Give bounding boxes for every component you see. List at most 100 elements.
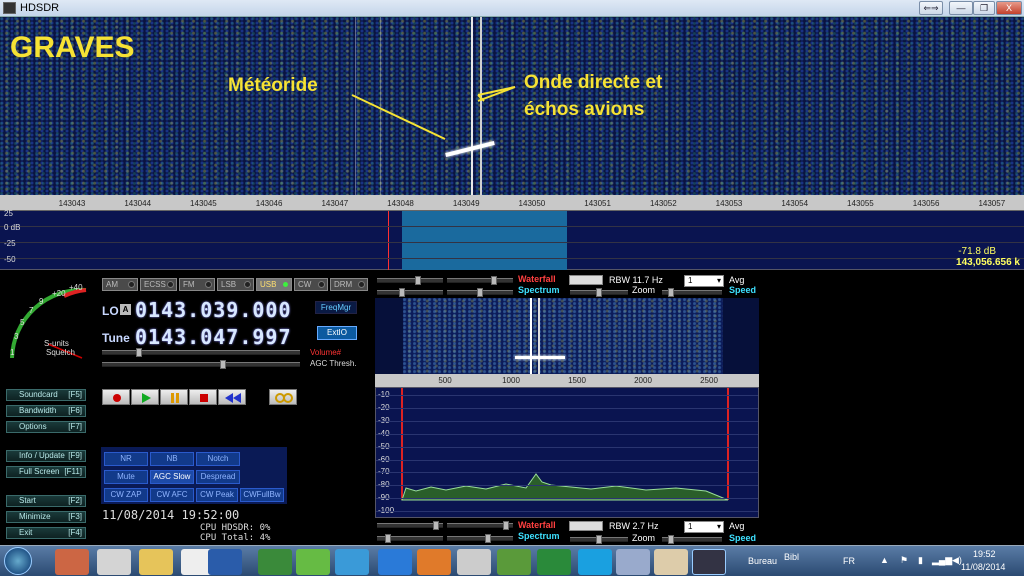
slider-knob[interactable] [668, 288, 674, 297]
language-indicator[interactable]: FR [843, 556, 855, 566]
maximize-button[interactable]: ❐ [973, 1, 995, 15]
af-spec-contrast-slider[interactable] [377, 534, 443, 543]
nb-button[interactable]: NB [150, 452, 194, 466]
ie-green-icon[interactable] [296, 549, 330, 575]
spec-contrast-slider[interactable] [377, 288, 443, 297]
pause-button[interactable] [160, 389, 188, 405]
internet-explorer-icon[interactable] [335, 549, 369, 575]
slider-knob[interactable] [485, 534, 491, 543]
paint-icon[interactable] [258, 549, 292, 575]
filter-passband[interactable] [402, 211, 567, 270]
agc-thresh-slider[interactable] [102, 360, 300, 369]
slider-knob[interactable] [491, 276, 497, 285]
tune-frequency[interactable]: 0143.047.997 [135, 325, 292, 349]
loop-button[interactable] [269, 389, 297, 405]
af-frequency-axis[interactable]: 500 1000 1500 2000 2500 [375, 374, 759, 387]
clock-date[interactable]: 11/08/2014 [961, 562, 1005, 572]
bureau-toolbar[interactable]: Bureau [748, 556, 777, 566]
minimize-button[interactable]: — [949, 1, 973, 15]
freqmgr-button[interactable]: FreqMgr [315, 301, 357, 314]
agc-slow-button[interactable]: AGC Slow [150, 470, 194, 484]
mode-drm-button[interactable]: DRM [330, 278, 368, 291]
mode-ecss-button[interactable]: ECSS [140, 278, 177, 291]
cw-afc-button[interactable]: CW AFC [150, 488, 194, 502]
slider-knob[interactable] [385, 534, 391, 543]
close-button[interactable]: X [996, 1, 1022, 15]
af-avg-select[interactable]: 1 ▾ [684, 521, 724, 533]
exit-button[interactable]: Exit [F4] [6, 527, 86, 539]
lo-frequency[interactable]: 0143.039.000 [135, 298, 292, 322]
mode-fm-button[interactable]: FM [179, 278, 215, 291]
stop-button[interactable] [189, 389, 217, 405]
bandwidth-button[interactable]: Bandwidth [F6] [6, 405, 86, 417]
despread-button[interactable]: Despread [196, 470, 240, 484]
rewind-button[interactable] [218, 389, 246, 405]
af-rbw-stepper[interactable] [569, 521, 603, 531]
record-button[interactable] [102, 389, 130, 405]
network-icon[interactable]: ▂▄▆ [932, 555, 952, 566]
af-spectrum[interactable]: -10-20-30-40-50-60-70-80-90-100 [375, 387, 759, 518]
rf-zoom-slider-right[interactable] [662, 288, 722, 297]
clock-time[interactable]: 19:52 [973, 549, 996, 559]
full-screen-button[interactable]: Full Screen [F11] [6, 466, 86, 478]
firefox-icon[interactable] [417, 549, 451, 575]
word-icon[interactable] [208, 549, 242, 575]
hdsdr-taskbar-icon[interactable] [692, 549, 726, 575]
media-player-icon[interactable] [55, 549, 89, 575]
restore-tray-button[interactable]: ⇐⇒ [919, 1, 943, 15]
af-waterfall[interactable] [375, 298, 759, 374]
excel-icon[interactable] [537, 549, 571, 575]
rf-zoom-slider-left[interactable] [570, 288, 628, 297]
af-zoom-slider-left[interactable] [570, 535, 628, 544]
app-icon-12[interactable] [616, 549, 650, 575]
app-icon-8[interactable] [457, 549, 491, 575]
af-zoom-slider-right[interactable] [662, 535, 722, 544]
spec-brightness-slider[interactable] [447, 288, 513, 297]
slider-knob[interactable] [503, 521, 509, 530]
start-button[interactable]: Start [F2] [6, 495, 86, 507]
mode-cw-button[interactable]: CW [294, 278, 328, 291]
snipping-tool-icon[interactable] [97, 549, 131, 575]
frequency-axis[interactable]: 143043 143044 143045 143046 143047 143048 1430… [0, 195, 1024, 211]
rbw-stepper[interactable] [569, 275, 603, 285]
play-button[interactable] [131, 389, 159, 405]
slider-knob[interactable] [220, 360, 226, 369]
info-update-button[interactable]: Info / Update [F9] [6, 450, 86, 462]
mode-lsb-button[interactable]: LSB [217, 278, 254, 291]
app-icon-9[interactable] [497, 549, 531, 575]
options-button[interactable]: Options [F7] [6, 421, 86, 433]
rf-waterfall[interactable]: GRAVES Météoride Onde directe et échos a… [0, 17, 1024, 195]
slider-knob[interactable] [596, 288, 602, 297]
start-orb-icon[interactable] [4, 547, 32, 575]
tray-arrow-icon[interactable]: ▲ [880, 555, 889, 565]
slider-knob[interactable] [668, 535, 674, 544]
teamviewer-icon[interactable] [378, 549, 412, 575]
rf-avg-select[interactable]: 1 ▾ [684, 275, 724, 287]
volume-slider[interactable] [102, 348, 300, 357]
af-wf-brightness-slider[interactable] [447, 521, 513, 530]
bibl-toolbar[interactable]: Bibl [784, 552, 799, 562]
slider-knob[interactable] [399, 288, 405, 297]
explorer-icon[interactable] [139, 549, 173, 575]
mode-usb-button[interactable]: USB [256, 278, 292, 291]
nr-button[interactable]: NR [104, 452, 148, 466]
battery-icon[interactable]: ▮ [918, 555, 923, 566]
lo-lock-button[interactable]: A [120, 304, 131, 315]
minimize-app-button[interactable]: Minimize [F3] [6, 511, 86, 523]
mode-am-button[interactable]: AM [102, 278, 138, 291]
extio-button[interactable]: ExtIO [317, 326, 357, 340]
skype-icon[interactable] [578, 549, 612, 575]
mute-button[interactable]: Mute [104, 470, 148, 484]
af-wf-contrast-slider[interactable] [377, 521, 443, 530]
notch-button[interactable]: Notch [196, 452, 240, 466]
slider-knob[interactable] [596, 535, 602, 544]
cw-zap-button[interactable]: CW ZAP [104, 488, 148, 502]
cw-peak-button[interactable]: CW Peak [196, 488, 238, 502]
cw-fullbw-button[interactable]: CWFullBw [240, 488, 284, 502]
wf-brightness-slider[interactable] [447, 276, 513, 285]
soundcard-button[interactable]: Soundcard [F5] [6, 389, 86, 401]
slider-knob[interactable] [415, 276, 421, 285]
slider-knob[interactable] [433, 521, 439, 530]
slider-knob[interactable] [477, 288, 483, 297]
folder-icon[interactable] [654, 549, 688, 575]
